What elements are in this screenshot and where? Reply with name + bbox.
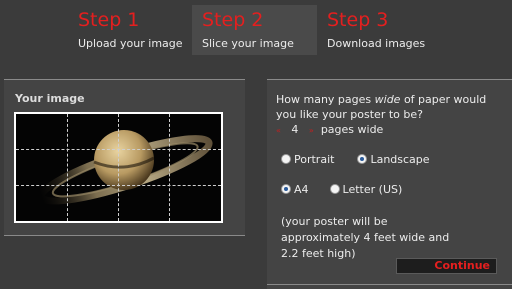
a4-radio[interactable] [281,184,291,194]
pages-wide-label: pages wide [320,123,384,136]
decrease-pages-button[interactable]: « [276,126,281,135]
question-emphasis: wide [374,93,401,106]
image-preview [14,112,223,223]
increase-pages-button[interactable]: » [309,126,314,135]
slice-line-v2 [118,114,119,221]
continue-button[interactable]: Continue [396,258,497,274]
slice-line-v1 [67,114,68,221]
panel-divider [267,284,512,285]
orientation-row: Portrait Landscape [281,153,430,166]
step-3[interactable]: Step 3 Download images [320,5,430,55]
landscape-label: Landscape [370,153,430,166]
your-image-panel: Your image [4,79,245,236]
saturn-image [16,114,221,221]
portrait-label: Portrait [294,153,335,166]
step-1[interactable]: Step 1 Upload your image [72,5,183,55]
options-panel: How many pages wide of paper would you l… [267,79,512,289]
step-3-title: Step 3 [327,9,389,31]
pages-count-row: « 4 » pages wide [276,123,383,136]
step-2[interactable]: Step 2 Slice your image [192,5,317,55]
a4-label: A4 [294,183,309,196]
step-2-subtitle: Slice your image [202,37,294,50]
step-1-subtitle: Upload your image [78,37,183,50]
step-1-title: Step 1 [78,9,140,31]
your-image-title: Your image [15,92,85,105]
landscape-radio[interactable] [357,154,368,164]
step-2-title: Step 2 [202,9,264,31]
paper-size-row: A4 Letter (US) [281,183,402,196]
pages-question: How many pages wide of paper would you l… [276,92,502,122]
letter-label: Letter (US) [342,183,403,196]
portrait-radio[interactable] [281,154,291,164]
poster-size-note: (your poster will be approximately 4 fee… [281,215,450,260]
letter-radio[interactable] [329,184,340,194]
question-text-1: How many pages [276,93,375,106]
slice-line-v3 [169,114,170,221]
step-3-subtitle: Download images [327,37,426,50]
pages-count-value: 4 [291,123,299,136]
steps-bar: Step 1 Upload your image Step 2 Slice yo… [0,0,512,55]
